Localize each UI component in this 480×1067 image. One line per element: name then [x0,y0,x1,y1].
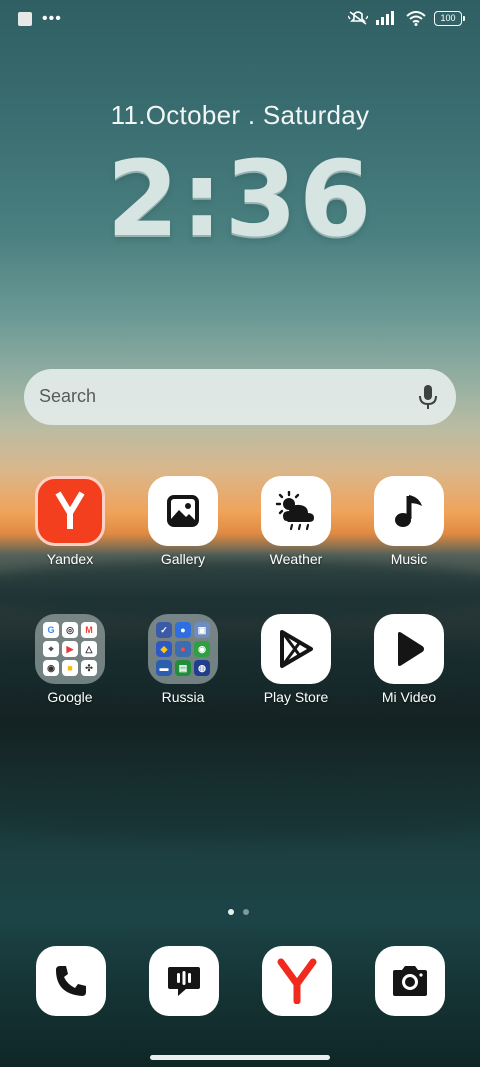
weather-icon [261,476,331,546]
wallpaper-wave [0,780,480,840]
chrome-icon: ◎ [62,622,78,638]
app-mini-icon: ✓ [156,622,172,638]
app-label: Russia [161,689,205,705]
wallpaper-wave [0,560,480,620]
drive-icon: △ [81,641,97,657]
yandex-icon [35,476,105,546]
app-mini-icon: ◍ [194,660,210,676]
app-mini-icon: ▬ [156,660,172,676]
phone-icon [56,966,86,996]
status-bar: ••• 100 [0,0,480,44]
home-gesture-bar[interactable] [150,1055,330,1060]
music-note-icon [374,476,444,546]
dock-camera-button[interactable] [375,946,445,1016]
app-label: Yandex [46,551,94,567]
gmail-icon: M [81,622,97,638]
home-screen: ••• 100 11.October . Saturday 2:36 Searc… [0,0,480,1067]
app-label: Mi Video [381,689,437,705]
app-mini-icon: ▤ [175,660,191,676]
app-music[interactable]: Music [353,476,465,567]
dock-yandex-browser-button[interactable] [262,946,332,1016]
app-gallery[interactable]: Gallery [127,476,239,567]
youtube-icon: ▶ [62,641,78,657]
app-folder-russia[interactable]: ✓ ● ▣ ◆ ● ◉ ▬ ▤ ◍ Russia [127,614,239,705]
wifi-icon [406,10,426,26]
app-weather[interactable]: Weather [240,476,352,567]
app-play-store[interactable]: Play Store [240,614,352,705]
google-icon: G [43,622,59,638]
maps-icon: ⌖ [43,641,59,657]
app-label: Gallery [160,551,206,567]
gallery-icon [148,476,218,546]
app-mini-icon: ● [175,641,191,657]
play-movies-icon: ◉ [43,660,59,676]
dock-messages-button[interactable] [149,946,219,1016]
folder-icon: ✓ ● ▣ ◆ ● ◉ ▬ ▤ ◍ [148,614,218,684]
app-label: Google [47,689,93,705]
page-dot[interactable] [243,909,249,915]
app-folder-google[interactable]: G ◎ M ⌖ ▶ △ ◉ ■ ✣ Google [14,614,126,705]
app-label: Play Store [263,689,329,705]
app-label: Weather [269,551,323,567]
app-label: Music [390,551,428,567]
app-yandex[interactable]: Yandex [14,476,126,567]
page-dot-active[interactable] [228,909,234,915]
play-store-icon [261,614,331,684]
app-mini-icon: ● [175,622,191,638]
search-bar[interactable]: Search [24,369,456,425]
app-mini-icon: ◆ [156,641,172,657]
search-placeholder: Search [39,386,97,406]
microphone-icon[interactable] [416,383,440,411]
yandex-browser-icon [277,958,317,1004]
date-label[interactable]: 11.October . Saturday [0,100,480,131]
app-mini-icon: ◉ [194,641,210,657]
page-indicator[interactable] [228,909,249,915]
dock-phone-button[interactable] [36,946,106,1016]
meet-icon: ■ [62,660,78,676]
messages-icon [168,967,200,996]
clock-time[interactable]: 2:36 [0,138,480,260]
camera-icon [393,966,427,996]
signal-icon [376,11,394,25]
app-mini-icon: ▣ [194,622,210,638]
battery-icon: 100 [434,10,465,26]
play-icon [374,614,444,684]
app-mi-video[interactable]: Mi Video [353,614,465,705]
photos-icon: ✣ [81,660,97,676]
battery-level: 100 [440,12,456,23]
notification-square-icon [18,12,32,26]
mute-vibrate-icon [348,11,368,25]
more-dots-icon: ••• [42,10,62,27]
folder-icon: G ◎ M ⌖ ▶ △ ◉ ■ ✣ [35,614,105,684]
